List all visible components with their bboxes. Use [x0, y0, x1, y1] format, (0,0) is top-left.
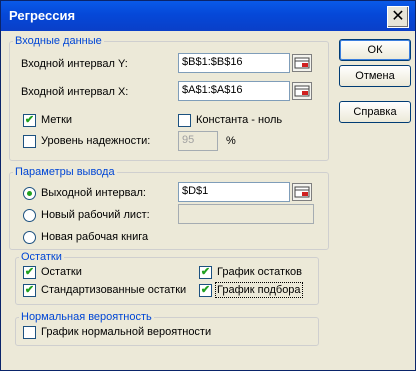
close-icon: ✕ [391, 8, 405, 25]
new-book-radio[interactable] [23, 231, 36, 244]
new-sheet-input[interactable] [178, 204, 314, 224]
title-bar[interactable]: Регрессия ✕ [1, 1, 415, 31]
dialog-title: Регрессия [9, 8, 76, 23]
x-range-picker-button[interactable] [292, 82, 312, 100]
output-range-input[interactable]: $D$1 [178, 182, 290, 202]
range-picker-icon [294, 186, 310, 198]
y-range-input[interactable]: $B$1:$B$16 [178, 53, 290, 73]
confidence-level-checkbox[interactable] [23, 135, 36, 148]
normal-probability-legend: Нормальная вероятность [19, 311, 154, 323]
normal-plot-label: График нормальной вероятности [41, 326, 212, 338]
constant-zero-label: Константа - ноль [196, 114, 283, 126]
input-group-legend: Входные данные [13, 35, 104, 47]
residual-plot-checkbox[interactable]: ✔ [199, 266, 212, 279]
std-residuals-checkbox[interactable]: ✔ [23, 284, 36, 297]
labels-checkbox-label: Метки [41, 114, 73, 126]
normal-plot-checkbox[interactable] [23, 326, 36, 339]
output-range-label: Выходной интервал: [41, 187, 146, 199]
residual-plot-label: График остатков [217, 266, 302, 278]
range-picker-icon [294, 85, 310, 97]
output-range-radio[interactable] [23, 187, 36, 200]
y-range-picker-button[interactable] [292, 54, 312, 72]
residuals-group-legend: Остатки [19, 251, 64, 263]
constant-zero-checkbox[interactable] [178, 114, 191, 127]
confidence-level-label: Уровень надежности: [41, 135, 151, 147]
x-range-input[interactable]: $A$1:$A$16 [178, 81, 290, 101]
labels-checkbox[interactable]: ✔ [23, 114, 36, 127]
new-sheet-radio[interactable] [23, 209, 36, 222]
residuals-group [15, 257, 319, 305]
std-residuals-label: Стандартизованные остатки [41, 284, 187, 296]
output-range-picker-button[interactable] [292, 183, 312, 201]
residuals-label: Остатки [41, 266, 82, 278]
new-book-label: Новая рабочая книга [41, 231, 149, 243]
fit-plot-checkbox[interactable]: ✔ [199, 284, 212, 297]
fit-plot-label: График подбора [215, 282, 303, 298]
ok-button[interactable]: ОК [339, 39, 411, 61]
new-sheet-label: Новый рабочий лист: [41, 209, 150, 221]
confidence-level-input[interactable]: 95 [178, 131, 218, 151]
residuals-checkbox[interactable]: ✔ [23, 266, 36, 279]
range-picker-icon [294, 57, 310, 69]
regression-dialog: Регрессия ✕ ОК Отмена Справка Входные да… [0, 0, 416, 371]
output-group-legend: Параметры вывода [13, 166, 117, 178]
percent-label: % [226, 135, 236, 147]
cancel-button[interactable]: Отмена [339, 65, 411, 87]
x-range-label: Входной интервал X: [21, 86, 129, 98]
y-range-label: Входной интервал Y: [21, 58, 128, 70]
help-button[interactable]: Справка [339, 101, 411, 123]
close-button[interactable]: ✕ [387, 6, 409, 28]
